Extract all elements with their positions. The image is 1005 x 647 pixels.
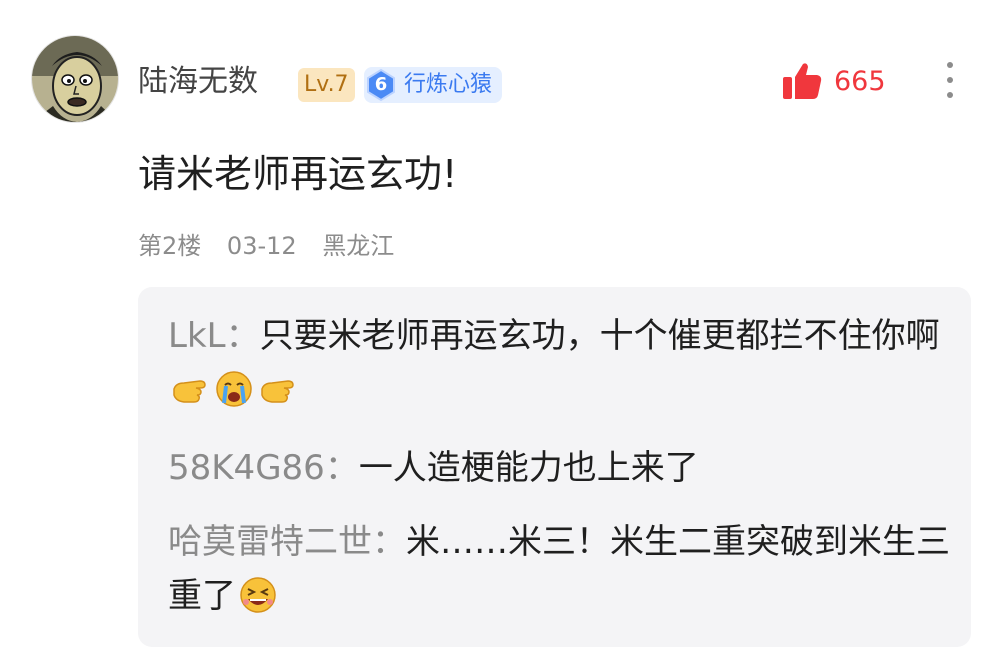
reply-separator: ： [324,448,359,488]
more-vertical-icon[interactable] [935,58,965,102]
comment-text: 请米老师再运玄功! [138,152,458,196]
reply-text: 一人造梗能力也上来了 [358,448,699,488]
like-count: 665 [834,66,886,97]
reply-item[interactable]: 58K4G86：一人造梗能力也上来了 [168,441,958,495]
level-badge: Lv.7 [298,68,355,102]
comment-location: 黑龙江 [322,232,395,260]
rank-title: 行炼心猿 [404,72,493,97]
replies-box[interactable]: LkL：只要米老师再运玄功，十个催更都拦不住你啊 58K4G86：一人造梗能力也… [138,287,971,647]
avatar[interactable] [31,35,119,123]
reply-author[interactable]: 哈莫雷特二世 [168,522,372,562]
reply-author[interactable]: LkL [168,316,226,356]
rank-number: 6 [374,74,388,95]
hand-left-icon [258,369,298,409]
reply-text: 只要米老师再运玄功，十个催更都拦不住你啊 [259,316,940,356]
floor-number: 第2楼 [138,232,202,260]
reply-item[interactable]: LkL：只要米老师再运玄功，十个催更都拦不住你啊 [168,309,958,417]
crying-face-icon [214,369,254,409]
comment-meta: 第2楼 03-12 黑龙江 [138,228,412,264]
hand-left-icon [170,369,210,409]
thumbs-up-icon[interactable] [781,60,823,102]
reply-author[interactable]: 58K4G86 [168,448,325,488]
reply-separator: ： [372,522,406,562]
laughing-face-icon [238,575,278,615]
rank-title-badge[interactable]: 6 行炼心猿 [364,67,503,103]
rank-number-icon: 6 [364,67,398,103]
comment-date: 03-12 [226,232,297,260]
reply-separator: ： [225,316,260,356]
reply-item[interactable]: 哈莫雷特二世：米……米三！米生二重突破到米生三重了 [168,515,958,623]
username[interactable]: 陆海无数 [138,62,258,102]
